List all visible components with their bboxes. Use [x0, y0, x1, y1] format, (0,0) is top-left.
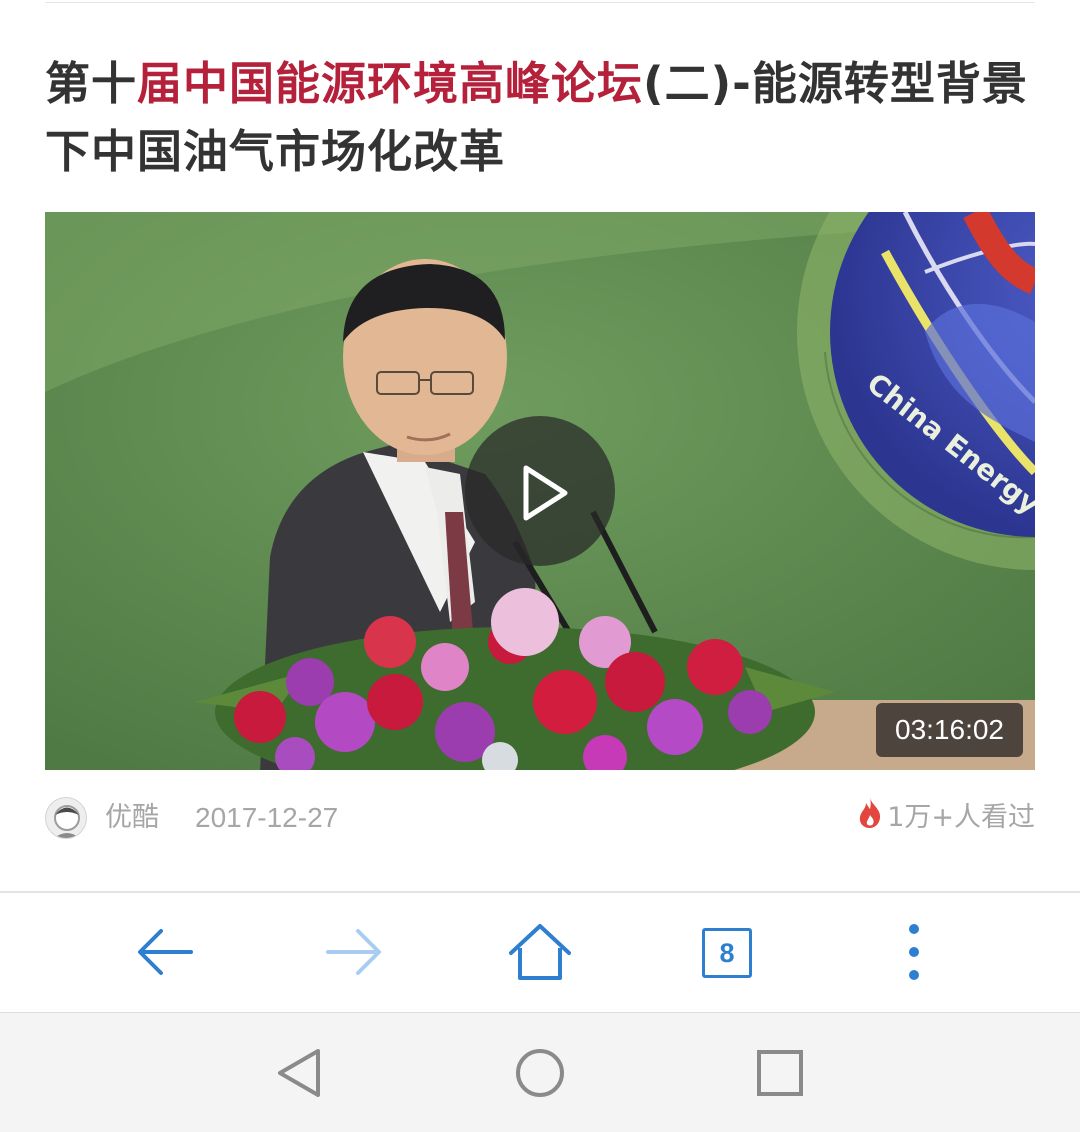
video-card[interactable]: 第十届中国能源环境高峰论坛(二)-能源转型背景下中国油气市场化改革 China …	[0, 0, 1080, 892]
arrow-left-icon	[138, 929, 193, 975]
play-button[interactable]	[465, 416, 615, 566]
user-avatar-icon	[54, 805, 80, 838]
menu-button[interactable]	[879, 917, 949, 987]
video-thumbnail[interactable]: China Energy 03:16:02	[45, 212, 1035, 770]
triangle-back-icon	[278, 1049, 320, 1097]
video-meta: 优酷 2017-12-27 1万+人看过	[45, 797, 1035, 839]
video-title[interactable]: 第十届中国能源环境高峰论坛(二)-能源转型背景下中国油气市场化改革	[45, 50, 1035, 186]
publish-date: 2017-12-27	[195, 802, 339, 833]
source-avatar	[45, 797, 87, 839]
video-duration: 03:16:02	[876, 703, 1023, 757]
title-prefix: 第十	[45, 57, 138, 110]
back-button[interactable]	[131, 917, 201, 987]
more-vertical-icon	[909, 924, 919, 980]
browser-toolbar: 8	[0, 893, 1080, 1012]
nav-recents-button[interactable]	[748, 1041, 812, 1105]
play-icon	[523, 465, 568, 521]
square-recents-icon	[757, 1050, 803, 1096]
view-count: 1万+人看过	[887, 802, 1035, 833]
home-icon	[509, 924, 571, 980]
nav-home-button[interactable]	[508, 1041, 572, 1105]
source-name: 优酷	[105, 802, 159, 833]
tabs-icon: 8	[702, 928, 752, 978]
fire-icon	[859, 798, 881, 828]
nav-back-button[interactable]	[268, 1041, 332, 1105]
arrow-right-icon	[326, 929, 381, 975]
forward-button[interactable]	[318, 917, 388, 987]
title-highlight: 届中国能源环境高峰论坛	[137, 57, 644, 110]
tabs-button[interactable]: 8	[692, 917, 762, 987]
circle-home-icon	[516, 1049, 564, 1097]
system-nav-bar	[0, 1012, 1080, 1132]
home-button[interactable]	[505, 917, 575, 987]
